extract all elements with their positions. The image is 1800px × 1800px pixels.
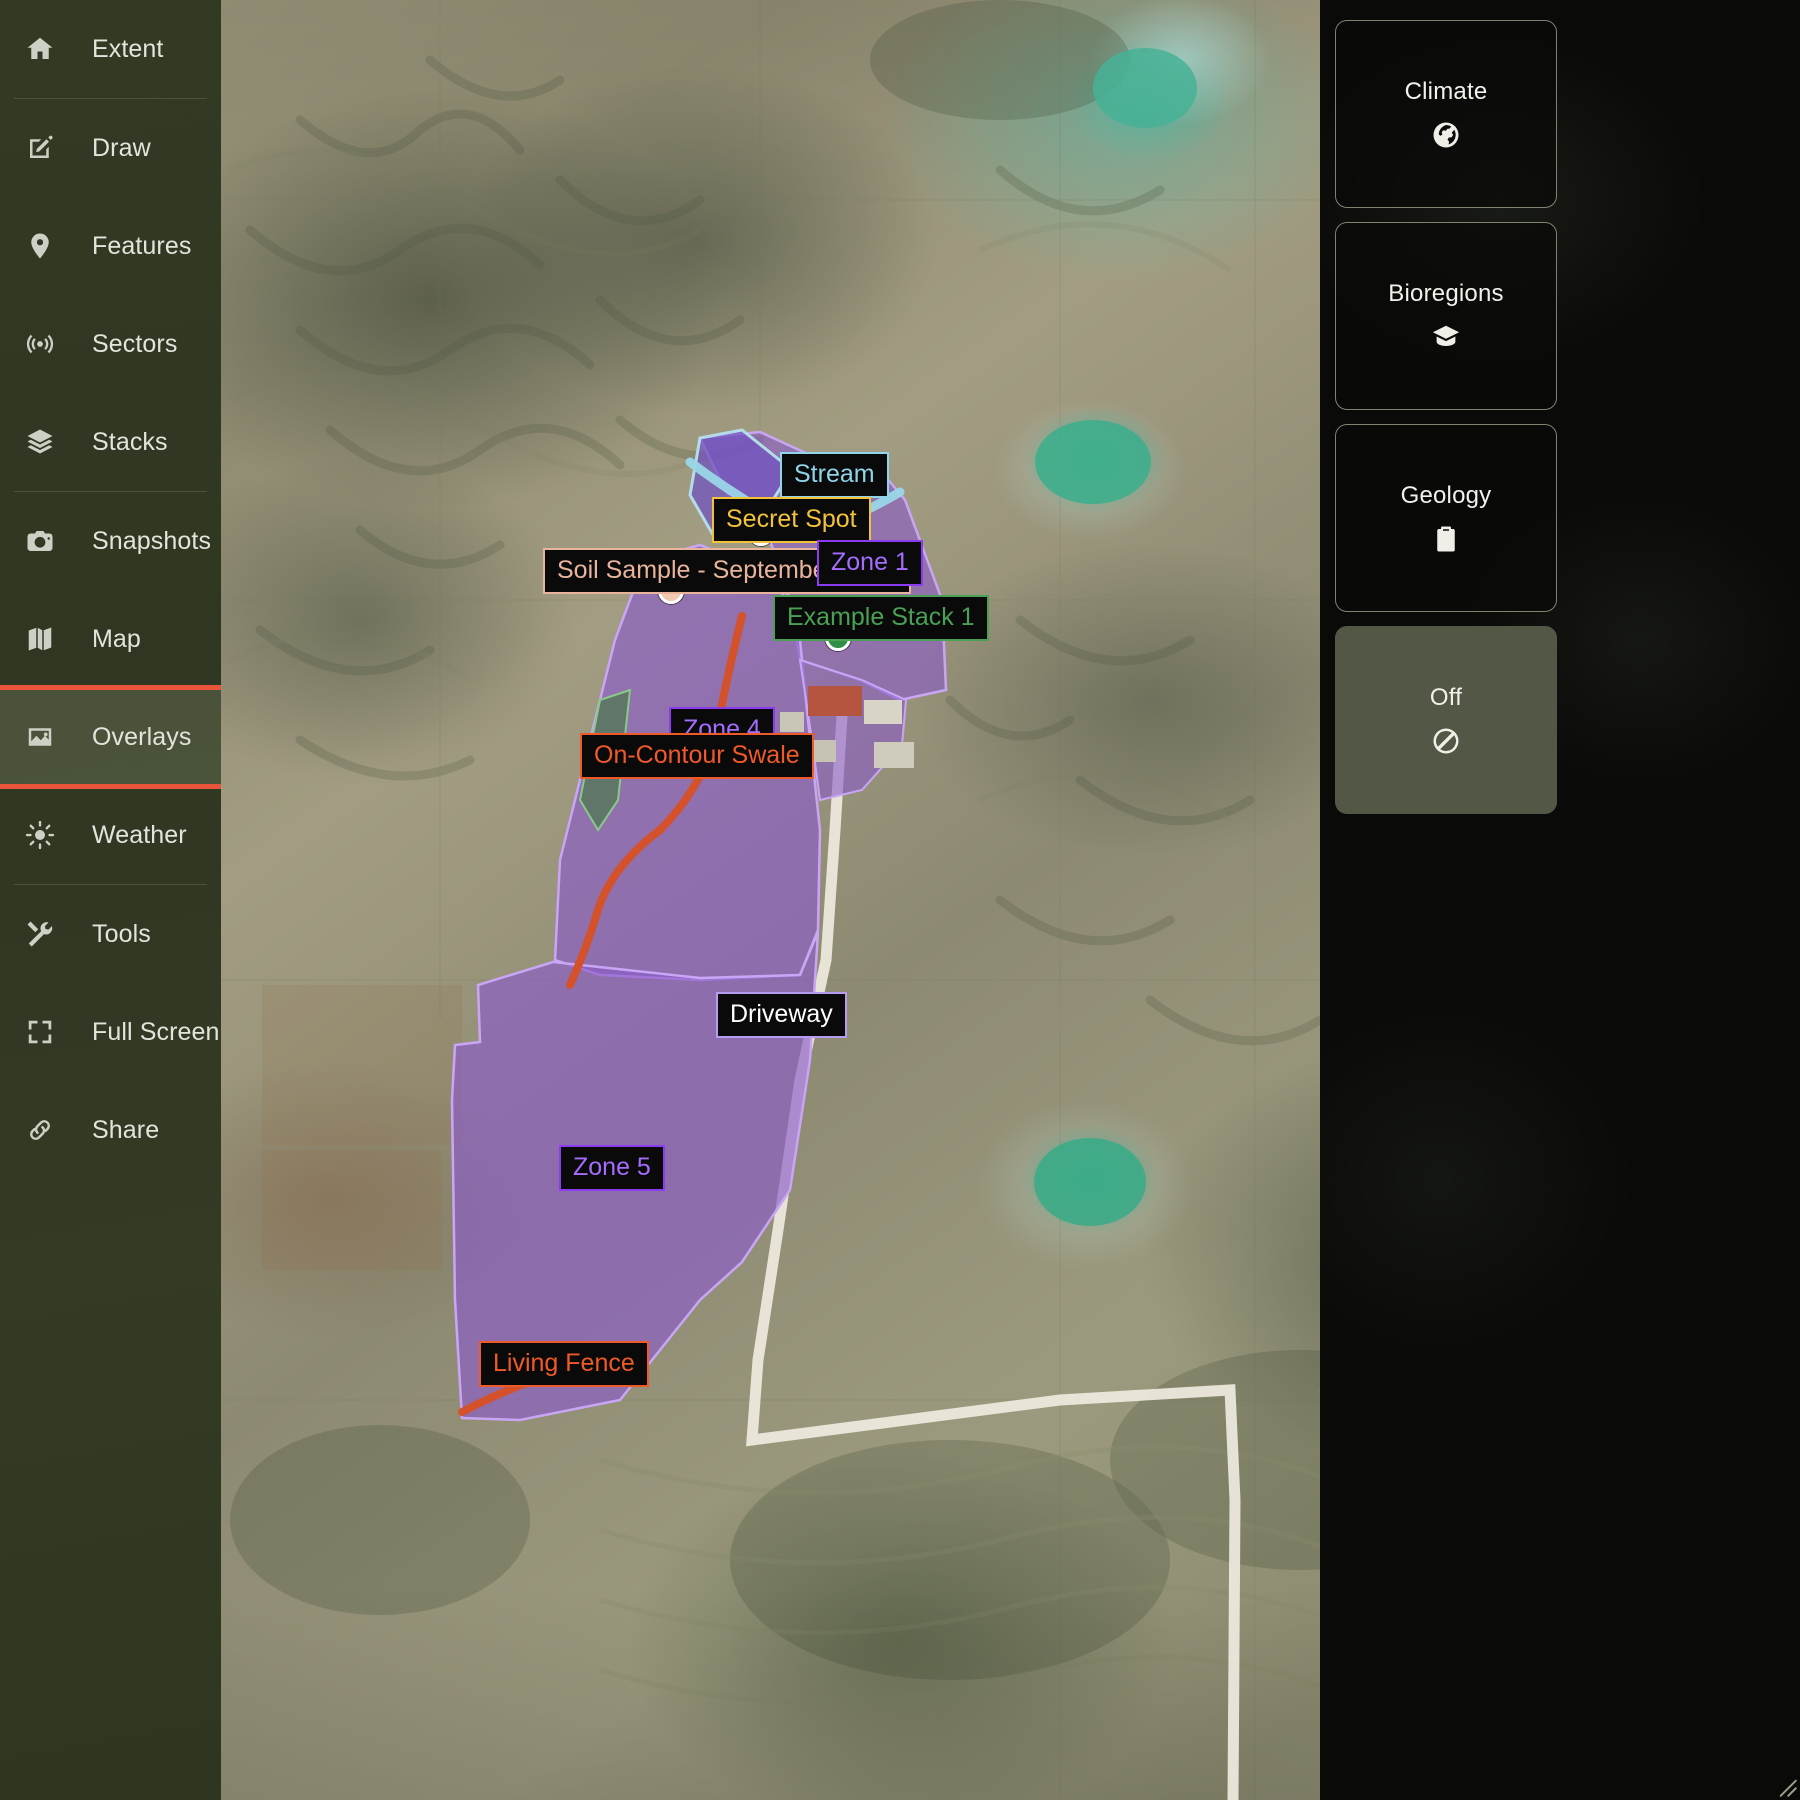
left-sidebar: Extent Draw Features Sectors Stacks Snapshots… [0, 0, 221, 1800]
pencil-square-icon [14, 133, 66, 163]
map-label-text: Living Fence [493, 1349, 635, 1377]
overlay-card-label: Climate [1404, 78, 1488, 105]
map-label-text: Secret Spot [726, 505, 857, 533]
sidebar-item-stacks[interactable]: Stacks [0, 393, 221, 491]
graduation-cap-icon [1431, 322, 1461, 352]
map-label-text: On-Contour Swale [594, 741, 800, 769]
map-label-text: Driveway [730, 1000, 833, 1028]
sidebar-item-label: Features [92, 231, 192, 260]
expand-icon [14, 1017, 66, 1047]
map-label-text: Zone 5 [573, 1153, 651, 1181]
overlay-card-climate[interactable]: Climate [1335, 20, 1557, 208]
prohibited-icon [1431, 726, 1461, 756]
link-icon [14, 1115, 66, 1145]
app-root: Stream Secret Spot Soil Sample - September… [0, 0, 1800, 1800]
map-label-zone-1[interactable]: Zone 1 [817, 540, 923, 587]
sidebar-item-label: Map [92, 624, 141, 653]
sidebar-item-overlays[interactable]: Overlays [0, 685, 221, 789]
sun-icon [14, 820, 66, 850]
sidebar-item-label: Stacks [92, 427, 168, 456]
map-label-zone-5[interactable]: Zone 5 [559, 1145, 665, 1192]
home-icon [14, 34, 66, 64]
sidebar-item-label: Snapshots [92, 526, 212, 555]
map-label-text: Zone 1 [831, 548, 909, 576]
sidebar-item-label: Full Screen [92, 1017, 220, 1046]
map-label-on-contour-swale[interactable]: On-Contour Swale [580, 733, 814, 780]
map-label-text: Example Stack 1 [787, 603, 975, 631]
overlay-card-label: Bioregions [1388, 280, 1504, 307]
layers-icon [14, 427, 66, 457]
broadcast-icon [14, 329, 66, 359]
sidebar-item-snapshots[interactable]: Snapshots [0, 492, 221, 590]
globe-icon [1431, 120, 1461, 150]
tools-icon [14, 919, 66, 949]
overlay-card-label: Geology [1400, 482, 1492, 509]
ponds [1034, 48, 1197, 1226]
sidebar-item-full screen[interactable]: Full Screen [0, 983, 221, 1081]
sidebar-item-label: Draw [92, 133, 151, 162]
overlay-card-label: Off [1429, 684, 1463, 711]
map-label-text: Stream [794, 460, 875, 488]
map-pin-icon [14, 231, 66, 261]
map-label-living-fence[interactable]: Living Fence [479, 1341, 649, 1388]
map-icon [14, 624, 66, 654]
map-label-driveway[interactable]: Driveway [716, 992, 847, 1039]
sidebar-item-weather[interactable]: Weather [0, 786, 221, 884]
sidebar-item-label: Overlays [92, 722, 192, 751]
clipboard-icon [1431, 524, 1461, 554]
map-label-example-stack-1[interactable]: Example Stack 1 [773, 595, 989, 642]
sidebar-item-draw[interactable]: Draw [0, 99, 221, 197]
overlays-panel: Climate Bioregions Geology Off [1320, 0, 1800, 1800]
overlay-card-off[interactable]: Off [1335, 626, 1557, 814]
map-label-stream[interactable]: Stream [780, 452, 889, 499]
sidebar-item-sectors[interactable]: Sectors [0, 295, 221, 393]
sidebar-item-extent[interactable]: Extent [0, 0, 221, 98]
sidebar-item-label: Extent [92, 34, 164, 63]
map-label-secret-spot[interactable]: Secret Spot [712, 497, 871, 544]
sidebar-item-label: Weather [92, 820, 187, 849]
sidebar-item-map[interactable]: Map [0, 590, 221, 688]
camera-icon [14, 526, 66, 556]
overlay-card-geology[interactable]: Geology [1335, 424, 1557, 612]
sidebar-item-tools[interactable]: Tools [0, 885, 221, 983]
sidebar-item-label: Tools [92, 919, 151, 948]
image-icon [14, 722, 66, 752]
sidebar-item-label: Share [92, 1115, 160, 1144]
overlay-card-bioregions[interactable]: Bioregions [1335, 222, 1557, 410]
sidebar-item-share[interactable]: Share [0, 1081, 221, 1179]
resize-grip-icon[interactable] [1772, 1772, 1798, 1798]
sidebar-item-features[interactable]: Features [0, 197, 221, 295]
sidebar-item-label: Sectors [92, 329, 178, 358]
